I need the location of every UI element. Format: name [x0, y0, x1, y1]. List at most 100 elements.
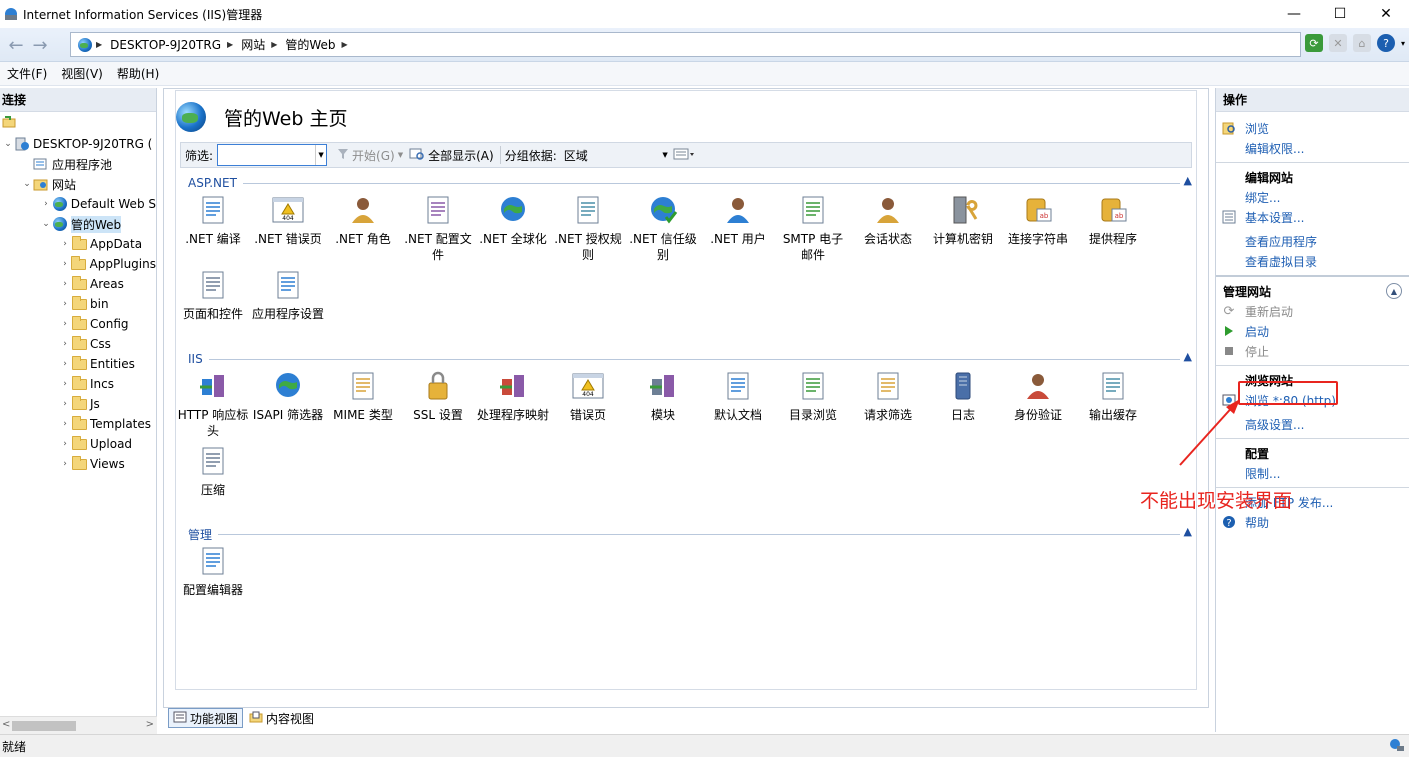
- menu-help[interactable]: 帮助(H): [110, 65, 166, 82]
- breadcrumb-sites[interactable]: 网站: [241, 36, 265, 53]
- minimize-button[interactable]: —: [1271, 0, 1317, 28]
- basic-settings-action[interactable]: 基本设置...: [1216, 207, 1409, 227]
- tree-node[interactable]: › AppPlugins: [0, 254, 156, 274]
- edit-permissions-action[interactable]: 编辑权限...: [1216, 138, 1409, 158]
- feature-tile[interactable]: 身份验证: [1002, 369, 1074, 423]
- feature-tile[interactable]: .NET 角色: [327, 193, 399, 247]
- chevron-right-icon[interactable]: ▶: [271, 40, 277, 49]
- feature-tile[interactable]: .NET 用户: [702, 193, 774, 247]
- chevron-right-icon[interactable]: ›: [59, 459, 71, 469]
- view-virtual-dirs-action[interactable]: 查看虚拟目录: [1216, 251, 1409, 271]
- close-button[interactable]: ✕: [1363, 0, 1409, 28]
- breadcrumb-site[interactable]: 管的Web: [285, 36, 335, 53]
- feature-tile[interactable]: 页面和控件: [177, 268, 249, 322]
- chevron-down-icon[interactable]: ▼: [398, 151, 403, 159]
- scroll-right-icon[interactable]: >: [146, 719, 154, 730]
- feature-tile[interactable]: ab 提供程序: [1077, 193, 1149, 247]
- tree-node[interactable]: 应用程序池: [0, 154, 156, 174]
- scroll-left-icon[interactable]: <: [2, 719, 10, 730]
- feature-tile[interactable]: .NET 全球化: [477, 193, 549, 247]
- feature-tile[interactable]: 配置编辑器: [177, 544, 249, 598]
- tree-node[interactable]: ⌄ 管的Web: [0, 214, 156, 234]
- start-action[interactable]: 启动: [1216, 321, 1409, 341]
- feature-tile[interactable]: 输出缓存: [1077, 369, 1149, 423]
- feature-tile[interactable]: 会话状态: [852, 193, 924, 247]
- chevron-right-icon[interactable]: ›: [59, 239, 71, 249]
- tree-node[interactable]: › Css: [0, 334, 156, 354]
- chevron-down-icon[interactable]: ⌄: [40, 219, 52, 229]
- forward-button[interactable]: →: [28, 34, 52, 56]
- tree-node[interactable]: › AppData: [0, 234, 156, 254]
- feature-tile[interactable]: SMTP 电子邮件: [777, 193, 849, 263]
- tree-node[interactable]: › bin: [0, 294, 156, 314]
- horizontal-scrollbar[interactable]: < >: [0, 716, 157, 734]
- chevron-down-icon[interactable]: ⌄: [2, 139, 14, 149]
- tree-node[interactable]: ⌄ DESKTOP-9J20TRG (: [0, 134, 156, 154]
- chevron-down-icon[interactable]: ⌄: [21, 179, 33, 189]
- tree-node[interactable]: › Default Web S: [0, 194, 156, 214]
- feature-tile[interactable]: SSL 设置: [402, 369, 474, 423]
- feature-tile[interactable]: 默认文档: [702, 369, 774, 423]
- chevron-right-icon[interactable]: ▶: [227, 40, 233, 49]
- chevron-right-icon[interactable]: ›: [59, 319, 71, 329]
- chevron-right-icon[interactable]: ›: [59, 279, 71, 289]
- chevron-right-icon[interactable]: ›: [59, 299, 71, 309]
- feature-tile[interactable]: .NET 编译: [177, 193, 249, 247]
- chevron-right-icon[interactable]: ›: [59, 399, 71, 409]
- chevron-down-icon[interactable]: ▾: [1401, 39, 1405, 48]
- feature-tile[interactable]: ab 连接字符串: [1002, 193, 1074, 247]
- group-by-select[interactable]: 区域 ▼: [561, 145, 671, 165]
- add-connection-icon[interactable]: [2, 115, 16, 131]
- feature-tile[interactable]: .NET 配置文件: [402, 193, 474, 263]
- feature-tile[interactable]: 处理程序映射: [477, 369, 549, 423]
- stop-action[interactable]: 停止: [1216, 341, 1409, 361]
- breadcrumb-server[interactable]: DESKTOP-9J20TRG: [110, 38, 221, 52]
- chevron-right-icon[interactable]: ›: [59, 339, 71, 349]
- chevron-right-icon[interactable]: ›: [59, 439, 71, 449]
- chevron-right-icon[interactable]: ▶: [96, 40, 102, 49]
- feature-tile[interactable]: 计算机密钥: [927, 193, 999, 247]
- bindings-action[interactable]: 绑定...: [1216, 187, 1409, 207]
- feature-tile[interactable]: 应用程序设置: [252, 268, 324, 322]
- feature-tile[interactable]: .NET 信任级别: [627, 193, 699, 263]
- feature-tile[interactable]: 404 错误页: [552, 369, 624, 423]
- menu-file[interactable]: 文件(F): [0, 65, 54, 82]
- help-icon[interactable]: ?: [1376, 34, 1395, 52]
- tree-node[interactable]: › Incs: [0, 374, 156, 394]
- scroll-thumb[interactable]: [12, 721, 76, 731]
- tab-features-view[interactable]: 功能视图: [168, 708, 244, 728]
- feature-tile[interactable]: .NET 授权规则: [552, 193, 624, 263]
- collapse-section-icon[interactable]: ▲: [1179, 174, 1192, 187]
- chevron-right-icon[interactable]: ›: [59, 379, 71, 389]
- filter-dropdown-icon[interactable]: ▼: [315, 145, 326, 165]
- chevron-down-icon[interactable]: ▼: [662, 151, 667, 159]
- tree-node[interactable]: › Templates: [0, 414, 156, 434]
- feature-tile[interactable]: ISAPI 筛选器: [252, 369, 324, 423]
- collapse-section-icon[interactable]: ▲: [1179, 350, 1192, 363]
- tree-node[interactable]: › Entities: [0, 354, 156, 374]
- explore-action[interactable]: 浏览: [1216, 118, 1409, 138]
- home-icon[interactable]: ⌂: [1352, 34, 1371, 52]
- feature-tile[interactable]: 目录浏览: [777, 369, 849, 423]
- feature-tile[interactable]: 请求筛选: [852, 369, 924, 423]
- refresh-icon[interactable]: ⟳: [1304, 34, 1323, 52]
- tab-content-view[interactable]: 内容视图: [245, 708, 318, 728]
- restart-action[interactable]: ⟳ 重新启动: [1216, 301, 1409, 321]
- stop-load-icon[interactable]: ✕: [1328, 34, 1347, 52]
- feature-tile[interactable]: MIME 类型: [327, 369, 399, 423]
- collapse-icon[interactable]: ▲: [1386, 283, 1402, 299]
- chevron-right-icon[interactable]: ▶: [342, 40, 348, 49]
- feature-tile[interactable]: 日志: [927, 369, 999, 423]
- collapse-section-icon[interactable]: ▲: [1179, 525, 1192, 538]
- feature-tile[interactable]: 404 .NET 错误页: [252, 193, 324, 247]
- chevron-right-icon[interactable]: ›: [59, 359, 71, 369]
- tree-node[interactable]: ⌄ 网站: [0, 174, 156, 194]
- back-button[interactable]: ←: [4, 34, 28, 56]
- tree-node[interactable]: › Upload: [0, 434, 156, 454]
- feature-tile[interactable]: 模块: [627, 369, 699, 423]
- menu-view[interactable]: 视图(V): [54, 65, 110, 82]
- show-all-button[interactable]: 全部显示(A): [409, 147, 494, 164]
- tree-node[interactable]: › Views: [0, 454, 156, 474]
- feature-tile[interactable]: HTTP 响应标头: [177, 369, 249, 439]
- filter-input[interactable]: ▼: [217, 144, 328, 166]
